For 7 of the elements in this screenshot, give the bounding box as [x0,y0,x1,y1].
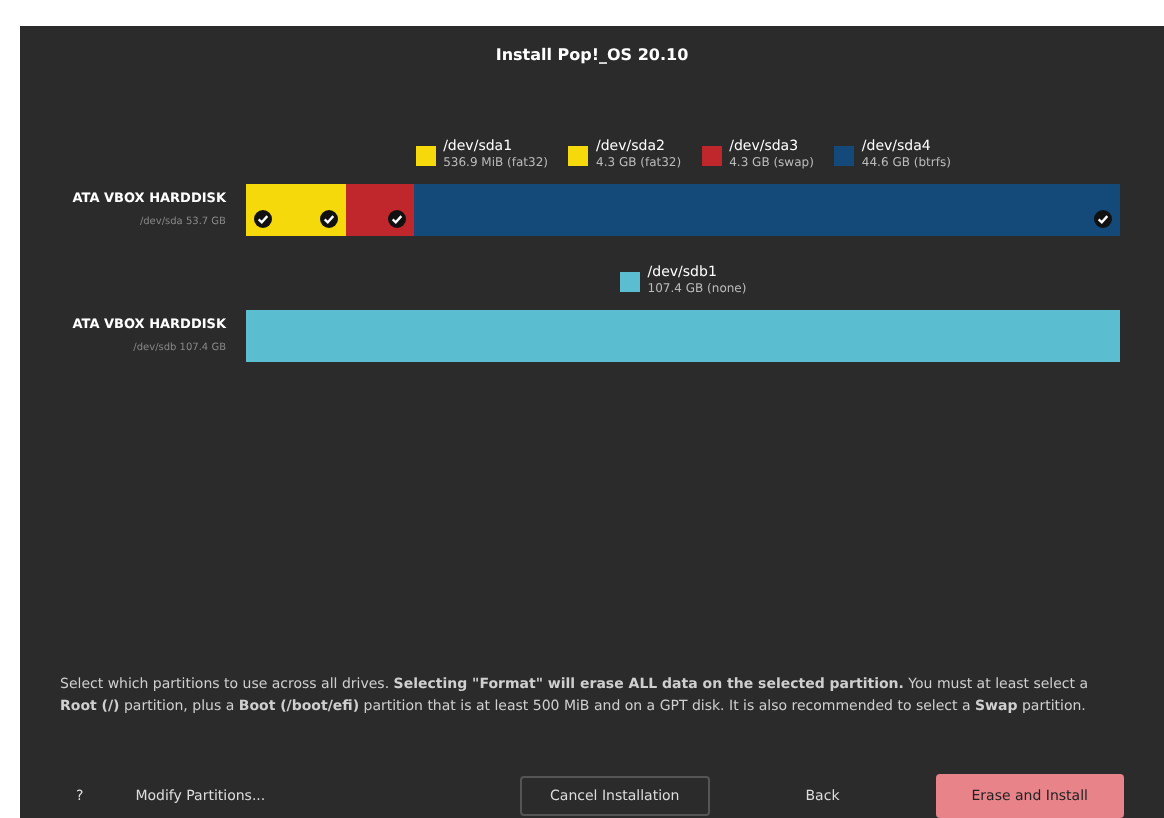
checkmark-icon [320,210,338,228]
partition-segment[interactable] [246,184,280,236]
partition-segment[interactable] [280,184,346,236]
checkmark-icon [1094,210,1112,228]
checkmark-icon [254,210,272,228]
window-title: Install Pop!_OS 20.10 [495,44,689,68]
checkmark-icon [388,210,406,228]
